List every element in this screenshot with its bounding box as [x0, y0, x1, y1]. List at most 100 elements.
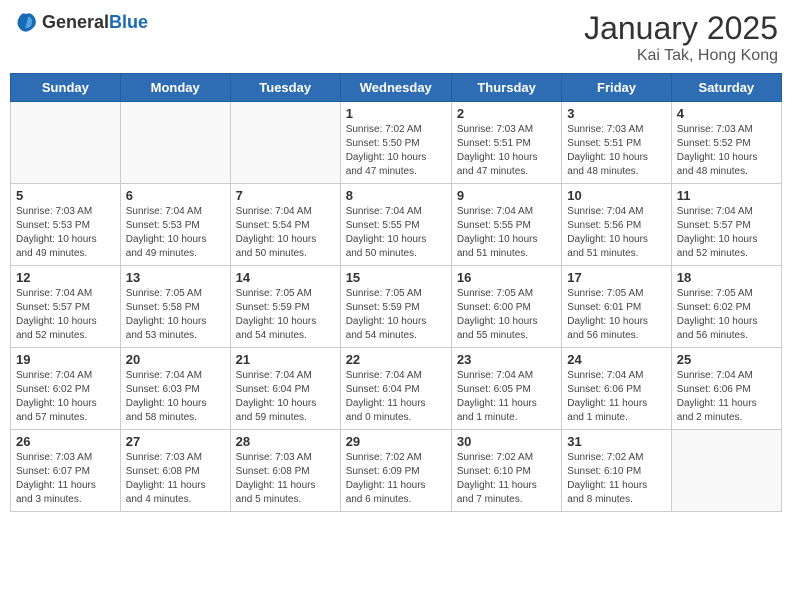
- calendar-week-row: 1 Sunrise: 7:02 AM Sunset: 5:50 PM Daylig…: [11, 102, 782, 184]
- calendar-cell: 22 Sunrise: 7:04 AM Sunset: 6:04 PM Dayli…: [340, 348, 451, 430]
- calendar-week-row: 12 Sunrise: 7:04 AM Sunset: 5:57 PM Dayli…: [11, 266, 782, 348]
- day-info: Sunrise: 7:04 AM Sunset: 5:57 PM Dayligh…: [16, 287, 115, 343]
- title-block: January 2025 Kai Tak, Hong Kong: [584, 10, 778, 65]
- day-info: Sunrise: 7:03 AM Sunset: 6:08 PM Dayligh…: [236, 451, 335, 507]
- weekday-header: Wednesday: [340, 74, 451, 102]
- calendar-cell: 15Sunrise: 7:05 AM Sunset: 5:59 PM Dayli…: [340, 266, 451, 348]
- logo-general-text: General: [42, 12, 109, 32]
- calendar-cell: 11 Sunrise: 7:04 AM Sunset: 5:57 PM Dayli…: [671, 184, 781, 266]
- calendar-cell: 14 Sunrise: 7:05 AM Sunset: 5:59 PM Dayli…: [230, 266, 340, 348]
- calendar-cell: 1 Sunrise: 7:02 AM Sunset: 5:50 PM Daylig…: [340, 102, 451, 184]
- month-title: January 2025: [584, 10, 778, 47]
- weekday-header: Friday: [562, 74, 671, 102]
- weekday-header: Saturday: [671, 74, 781, 102]
- day-number: 5: [16, 188, 115, 203]
- day-info: Sunrise: 7:02 AM Sunset: 6:10 PM Dayligh…: [567, 451, 665, 507]
- calendar-cell: 29Sunrise: 7:02 AM Sunset: 6:09 PM Dayli…: [340, 430, 451, 512]
- day-info: Sunrise: 7:03 AM Sunset: 5:52 PM Dayligh…: [677, 123, 776, 179]
- day-number: 23: [457, 352, 556, 367]
- day-number: 1: [346, 106, 446, 121]
- calendar-cell: 16 Sunrise: 7:05 AM Sunset: 6:00 PM Dayli…: [451, 266, 561, 348]
- calendar-cell: 25 Sunrise: 7:04 AM Sunset: 6:06 PM Dayli…: [671, 348, 781, 430]
- calendar-cell: 2Sunrise: 7:03 AM Sunset: 5:51 PM Daylig…: [451, 102, 561, 184]
- day-number: 16: [457, 270, 556, 285]
- day-info: Sunrise: 7:05 AM Sunset: 6:00 PM Dayligh…: [457, 287, 556, 343]
- calendar-table: SundayMondayTuesdayWednesdayThursdayFrid…: [10, 73, 782, 512]
- day-number: 25: [677, 352, 776, 367]
- calendar-cell: 19 Sunrise: 7:04 AM Sunset: 6:02 PM Dayli…: [11, 348, 121, 430]
- weekday-header: Monday: [120, 74, 230, 102]
- calendar-week-row: 5 Sunrise: 7:03 AM Sunset: 5:53 PM Daylig…: [11, 184, 782, 266]
- day-info: Sunrise: 7:04 AM Sunset: 5:54 PM Dayligh…: [236, 205, 335, 261]
- day-info: Sunrise: 7:04 AM Sunset: 5:55 PM Dayligh…: [346, 205, 446, 261]
- calendar-cell: 27 Sunrise: 7:03 AM Sunset: 6:08 PM Dayli…: [120, 430, 230, 512]
- day-number: 6: [126, 188, 225, 203]
- day-info: Sunrise: 7:02 AM Sunset: 5:50 PM Dayligh…: [346, 123, 446, 179]
- day-info: Sunrise: 7:03 AM Sunset: 5:53 PM Dayligh…: [16, 205, 115, 261]
- day-info: Sunrise: 7:04 AM Sunset: 6:06 PM Dayligh…: [677, 369, 776, 425]
- day-info: Sunrise: 7:04 AM Sunset: 6:04 PM Dayligh…: [236, 369, 335, 425]
- calendar-cell: 10 Sunrise: 7:04 AM Sunset: 5:56 PM Dayli…: [562, 184, 671, 266]
- day-number: 12: [16, 270, 115, 285]
- day-info: Sunrise: 7:04 AM Sunset: 6:04 PM Dayligh…: [346, 369, 446, 425]
- calendar-cell: 6 Sunrise: 7:04 AM Sunset: 5:53 PM Daylig…: [120, 184, 230, 266]
- calendar-cell: 28 Sunrise: 7:03 AM Sunset: 6:08 PM Dayli…: [230, 430, 340, 512]
- day-info: Sunrise: 7:02 AM Sunset: 6:10 PM Dayligh…: [457, 451, 556, 507]
- calendar-cell: 4 Sunrise: 7:03 AM Sunset: 5:52 PM Daylig…: [671, 102, 781, 184]
- day-number: 3: [567, 106, 665, 121]
- day-info: Sunrise: 7:04 AM Sunset: 5:57 PM Dayligh…: [677, 205, 776, 261]
- day-info: Sunrise: 7:04 AM Sunset: 5:56 PM Dayligh…: [567, 205, 665, 261]
- day-number: 10: [567, 188, 665, 203]
- day-number: 11: [677, 188, 776, 203]
- day-number: 14: [236, 270, 335, 285]
- day-info: Sunrise: 7:05 AM Sunset: 6:02 PM Dayligh…: [677, 287, 776, 343]
- day-info: Sunrise: 7:03 AM Sunset: 6:08 PM Dayligh…: [126, 451, 225, 507]
- day-number: 28: [236, 434, 335, 449]
- day-number: 9: [457, 188, 556, 203]
- day-number: 13: [126, 270, 225, 285]
- day-info: Sunrise: 7:03 AM Sunset: 6:07 PM Dayligh…: [16, 451, 115, 507]
- logo: GeneralBlue: [14, 10, 148, 34]
- weekday-header: Thursday: [451, 74, 561, 102]
- day-info: Sunrise: 7:03 AM Sunset: 5:51 PM Dayligh…: [567, 123, 665, 179]
- calendar-cell: 23Sunrise: 7:04 AM Sunset: 6:05 PM Dayli…: [451, 348, 561, 430]
- calendar-cell: 12 Sunrise: 7:04 AM Sunset: 5:57 PM Dayli…: [11, 266, 121, 348]
- calendar-cell: 24Sunrise: 7:04 AM Sunset: 6:06 PM Dayli…: [562, 348, 671, 430]
- day-info: Sunrise: 7:05 AM Sunset: 5:58 PM Dayligh…: [126, 287, 225, 343]
- calendar-cell: 18 Sunrise: 7:05 AM Sunset: 6:02 PM Dayli…: [671, 266, 781, 348]
- day-number: 8: [346, 188, 446, 203]
- calendar-cell: [11, 102, 121, 184]
- day-number: 30: [457, 434, 556, 449]
- calendar-cell: 5 Sunrise: 7:03 AM Sunset: 5:53 PM Daylig…: [11, 184, 121, 266]
- day-number: 17: [567, 270, 665, 285]
- calendar-cell: 21Sunrise: 7:04 AM Sunset: 6:04 PM Dayli…: [230, 348, 340, 430]
- calendar-cell: 17Sunrise: 7:05 AM Sunset: 6:01 PM Dayli…: [562, 266, 671, 348]
- day-info: Sunrise: 7:05 AM Sunset: 5:59 PM Dayligh…: [346, 287, 446, 343]
- calendar-cell: 26Sunrise: 7:03 AM Sunset: 6:07 PM Dayli…: [11, 430, 121, 512]
- logo-blue-text: Blue: [109, 12, 148, 32]
- day-number: 22: [346, 352, 446, 367]
- day-info: Sunrise: 7:03 AM Sunset: 5:51 PM Dayligh…: [457, 123, 556, 179]
- day-number: 19: [16, 352, 115, 367]
- day-number: 4: [677, 106, 776, 121]
- calendar-week-row: 26Sunrise: 7:03 AM Sunset: 6:07 PM Dayli…: [11, 430, 782, 512]
- day-number: 27: [126, 434, 225, 449]
- location-title: Kai Tak, Hong Kong: [584, 47, 778, 65]
- calendar-cell: 30 Sunrise: 7:02 AM Sunset: 6:10 PM Dayli…: [451, 430, 561, 512]
- calendar-cell: 3 Sunrise: 7:03 AM Sunset: 5:51 PM Daylig…: [562, 102, 671, 184]
- day-info: Sunrise: 7:04 AM Sunset: 6:06 PM Dayligh…: [567, 369, 665, 425]
- calendar-week-row: 19 Sunrise: 7:04 AM Sunset: 6:02 PM Dayli…: [11, 348, 782, 430]
- day-info: Sunrise: 7:04 AM Sunset: 5:55 PM Dayligh…: [457, 205, 556, 261]
- day-number: 20: [126, 352, 225, 367]
- day-number: 7: [236, 188, 335, 203]
- day-info: Sunrise: 7:05 AM Sunset: 5:59 PM Dayligh…: [236, 287, 335, 343]
- day-info: Sunrise: 7:04 AM Sunset: 6:03 PM Dayligh…: [126, 369, 225, 425]
- day-number: 31: [567, 434, 665, 449]
- day-info: Sunrise: 7:04 AM Sunset: 5:53 PM Dayligh…: [126, 205, 225, 261]
- calendar-cell: 9 Sunrise: 7:04 AM Sunset: 5:55 PM Daylig…: [451, 184, 561, 266]
- day-number: 18: [677, 270, 776, 285]
- weekday-header: Sunday: [11, 74, 121, 102]
- day-info: Sunrise: 7:04 AM Sunset: 6:02 PM Dayligh…: [16, 369, 115, 425]
- weekday-header-row: SundayMondayTuesdayWednesdayThursdayFrid…: [11, 74, 782, 102]
- calendar-cell: [230, 102, 340, 184]
